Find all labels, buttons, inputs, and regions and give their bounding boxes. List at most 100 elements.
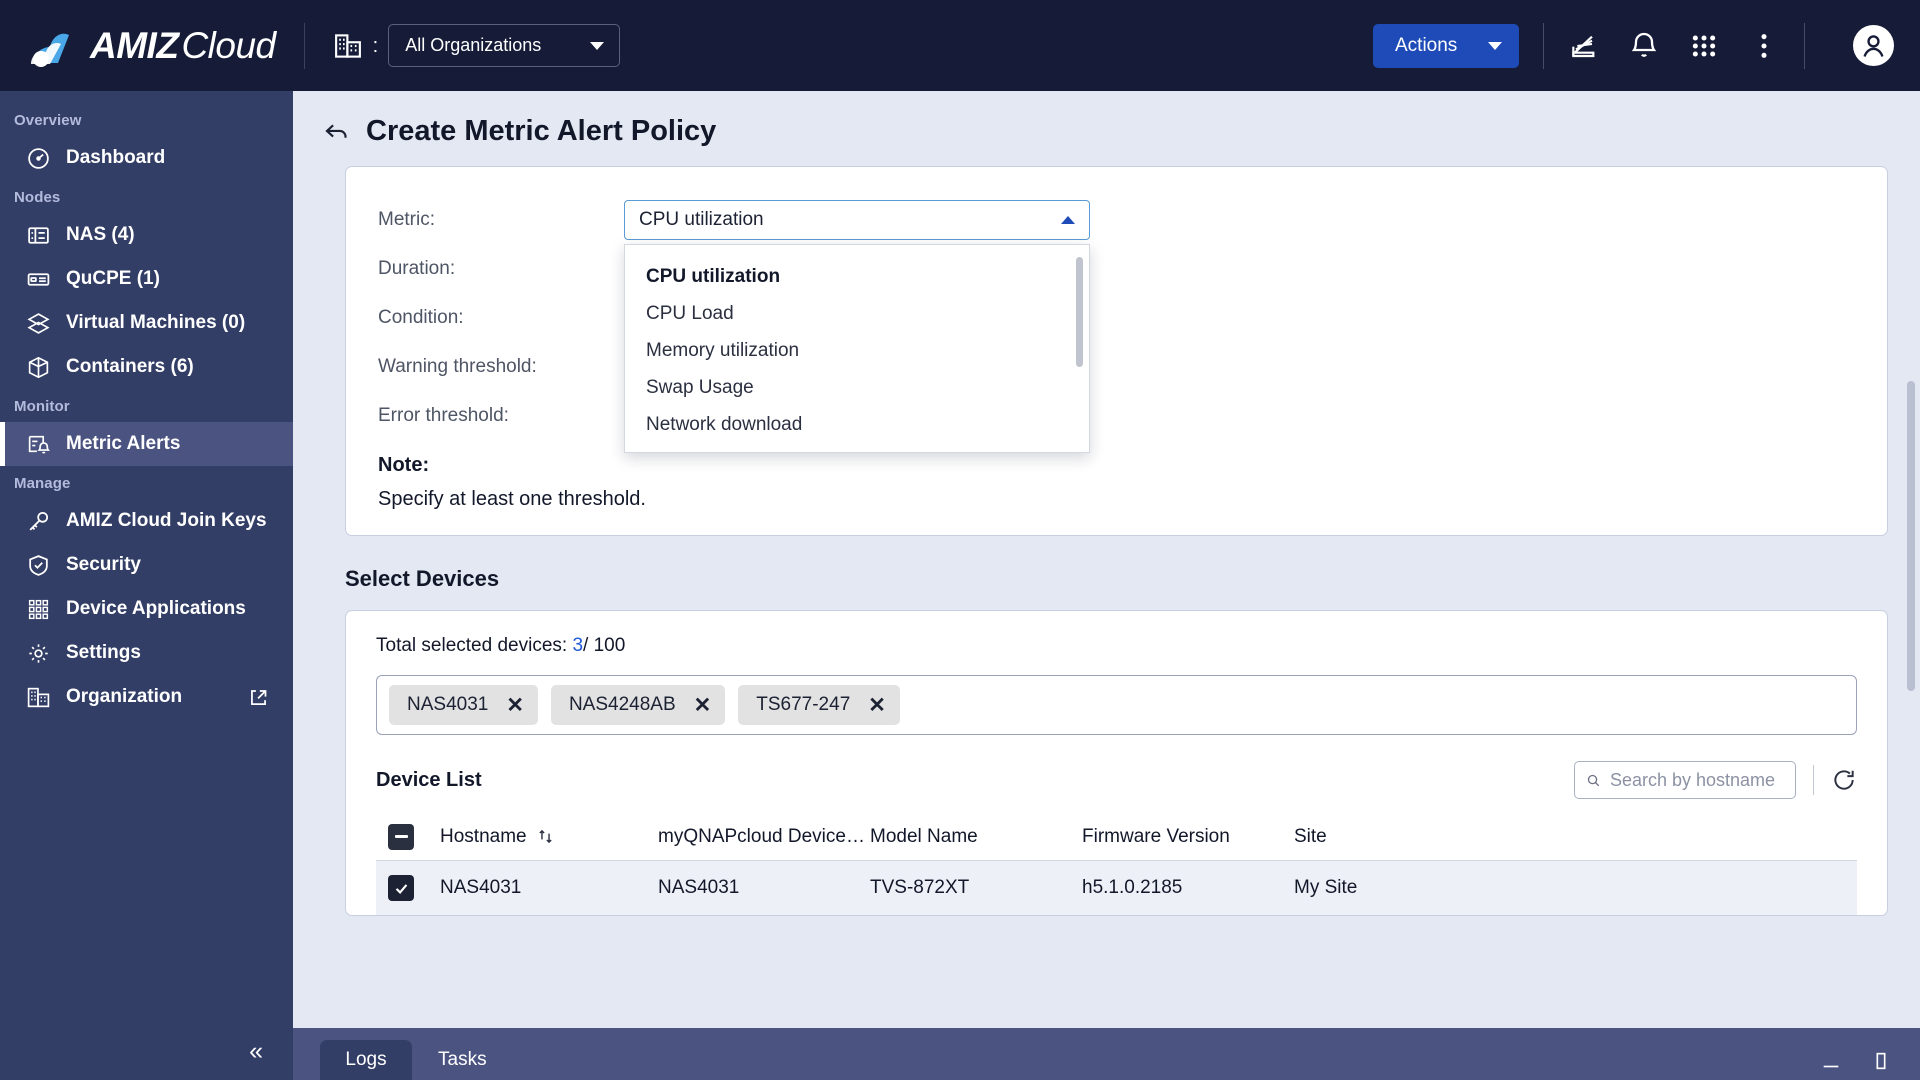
chevron-down-icon <box>590 41 605 50</box>
building-icon <box>27 687 50 707</box>
metric-select-value: CPU utilization <box>639 208 764 230</box>
form-row-warning-threshold: Warning threshold: <box>346 342 1887 391</box>
form-row-duration: Duration: <box>346 244 1887 293</box>
close-icon[interactable]: ✕ <box>868 695 886 716</box>
sidebar-item-label: QuCPE (1) <box>66 268 160 289</box>
selected-devices-chips[interactable]: NAS4031 ✕ NAS4248AB ✕ TS677-247 ✕ <box>376 675 1857 735</box>
sidebar-item-security[interactable]: Security <box>0 543 293 587</box>
external-link-icon[interactable] <box>248 687 269 708</box>
tab-tasks[interactable]: Tasks <box>416 1040 509 1080</box>
metric-options-dropdown: CPU utilization CPU Load Memory utilizat… <box>624 243 1090 453</box>
cell-site: My Site <box>1294 877 1358 898</box>
sidebar-item-dashboard[interactable]: Dashboard <box>0 136 293 180</box>
sidebar-group-label-overview: Overview <box>14 112 82 129</box>
sidebar-item-label: NAS (4) <box>66 224 135 245</box>
notification-bell-icon[interactable] <box>1628 30 1660 62</box>
organization-dropdown[interactable]: All Organizations <box>388 24 621 67</box>
metric-select[interactable]: CPU utilization <box>624 199 1090 240</box>
sidebar-collapse-row: « <box>0 1022 293 1080</box>
chevron-down-icon <box>1488 41 1502 50</box>
selected-device-chip[interactable]: NAS4248AB ✕ <box>550 685 726 725</box>
main-scrollbar[interactable] <box>1907 381 1915 691</box>
user-avatar-wrapper[interactable] <box>1853 25 1894 66</box>
device-table: Hostname myQNAPcloud Device N... Model N… <box>376 813 1857 915</box>
chip-label: TS677-247 <box>756 694 851 715</box>
check-icon <box>395 883 407 894</box>
sidebar-item-nas[interactable]: NAS (4) <box>0 213 293 257</box>
back-arrow-icon[interactable] <box>323 118 350 145</box>
close-icon[interactable]: ✕ <box>506 695 524 716</box>
select-all-checkbox[interactable] <box>388 823 414 850</box>
header-divider-1 <box>303 22 305 69</box>
sidebar-group-label-nodes: Nodes <box>14 189 61 206</box>
apps-grid-icon[interactable] <box>1688 30 1720 62</box>
table-row[interactable]: NAS4031 NAS4031 TVS-872XT h5.1.0.2185 My… <box>376 861 1857 915</box>
sidebar-item-qucpe[interactable]: QuCPE (1) <box>0 257 293 301</box>
sidebar-item-label: Dashboard <box>66 147 166 168</box>
dashboard-icon <box>28 147 49 169</box>
shield-icon <box>29 554 48 576</box>
sidebar-item-label: AMIZ Cloud Join Keys <box>66 510 267 531</box>
container-icon <box>28 356 49 378</box>
sidebar-item-containers[interactable]: Containers (6) <box>0 345 293 389</box>
page-title-row: Create Metric Alert Policy <box>293 115 1920 148</box>
actions-button[interactable]: Actions <box>1373 23 1519 68</box>
minimize-icon[interactable] <box>1820 1050 1842 1072</box>
search-input[interactable] <box>1609 769 1784 791</box>
total-selected-count: 3 <box>572 635 584 656</box>
chip-label: NAS4031 <box>407 694 489 715</box>
release-notes-icon[interactable] <box>1568 30 1600 62</box>
column-header-firmware-version: Firmware Version <box>1082 825 1230 847</box>
sidebar-item-amiz-cloud-join-keys[interactable]: AMIZ Cloud Join Keys <box>0 499 293 543</box>
sidebar-item-organization[interactable]: Organization <box>0 675 293 719</box>
sidebar-item-metric-alerts[interactable]: Metric Alerts <box>0 422 293 466</box>
metric-option-memory-utilization[interactable]: Memory utilization <box>625 333 1089 370</box>
metric-option-swap-usage[interactable]: Swap Usage <box>625 370 1089 407</box>
sidebar-group-label-monitor: Monitor <box>14 398 70 415</box>
selected-device-chip[interactable]: TS677-247 ✕ <box>738 685 900 725</box>
header-icon-group <box>1568 30 1780 62</box>
app-root: AMIZ Cloud : All Organizations Actions O… <box>0 0 1920 1080</box>
sidebar: Overview Dashboard Nodes NAS (4) QuCPE (… <box>0 91 293 1080</box>
duration-label: Duration: <box>378 257 456 279</box>
sidebar-group-label-manage: Manage <box>14 475 71 492</box>
metric-option-cpu-utilization[interactable]: CPU utilization <box>625 259 1089 296</box>
sidebar-item-label: Metric Alerts <box>66 433 181 454</box>
brand-name-cloud: Cloud <box>181 24 276 66</box>
cell-hostname: NAS4031 <box>440 877 522 898</box>
organization-selector-group: : All Organizations <box>333 24 621 67</box>
warning-threshold-label: Warning threshold: <box>378 355 537 377</box>
collapse-sidebar-button[interactable]: « <box>249 1038 263 1064</box>
cell-myqnapcloud-device-name: NAS4031 <box>658 877 740 898</box>
key-icon <box>29 511 49 530</box>
metric-option-cpu-load[interactable]: CPU Load <box>625 296 1089 333</box>
main-content: Create Metric Alert Policy Metric: CPU u… <box>293 91 1920 1080</box>
sidebar-item-device-applications[interactable]: Device Applications <box>0 587 293 631</box>
maximize-icon[interactable] <box>1870 1050 1892 1072</box>
column-header-myqnapcloud-device-name: myQNAPcloud Device N... <box>658 825 870 847</box>
qucpe-icon <box>27 272 50 286</box>
select-all-cell <box>376 823 440 850</box>
tab-logs[interactable]: Logs <box>320 1040 412 1080</box>
dropdown-scrollbar[interactable] <box>1076 256 1083 367</box>
sidebar-item-virtual-machines[interactable]: Virtual Machines (0) <box>0 301 293 345</box>
search-hostname-box[interactable] <box>1574 761 1796 799</box>
sidebar-item-settings[interactable]: Settings <box>0 631 293 675</box>
sidebar-item-label: Containers (6) <box>66 356 194 377</box>
metric-option-network-download[interactable]: Network download <box>625 407 1089 444</box>
more-vertical-icon[interactable] <box>1748 30 1780 62</box>
page-title: Create Metric Alert Policy <box>366 115 717 147</box>
refresh-icon[interactable] <box>1831 767 1857 793</box>
row-checkbox[interactable] <box>388 875 414 901</box>
total-selected-prefix: Total selected devices: <box>376 635 573 656</box>
device-list-title: Device List <box>376 768 482 791</box>
select-devices-heading: Select Devices <box>345 566 500 591</box>
sort-icon[interactable] <box>537 828 554 845</box>
chevron-up-icon <box>1061 215 1075 224</box>
selected-device-chip[interactable]: NAS4031 ✕ <box>389 685 538 725</box>
bottom-panel-bar: Logs Tasks <box>293 1028 1920 1080</box>
top-header-bar: AMIZ Cloud : All Organizations Actions <box>0 0 1920 91</box>
brand-logo-group[interactable]: AMIZ Cloud <box>28 23 276 69</box>
body-row: Overview Dashboard Nodes NAS (4) QuCPE (… <box>0 91 1920 1080</box>
close-icon[interactable]: ✕ <box>694 695 712 716</box>
